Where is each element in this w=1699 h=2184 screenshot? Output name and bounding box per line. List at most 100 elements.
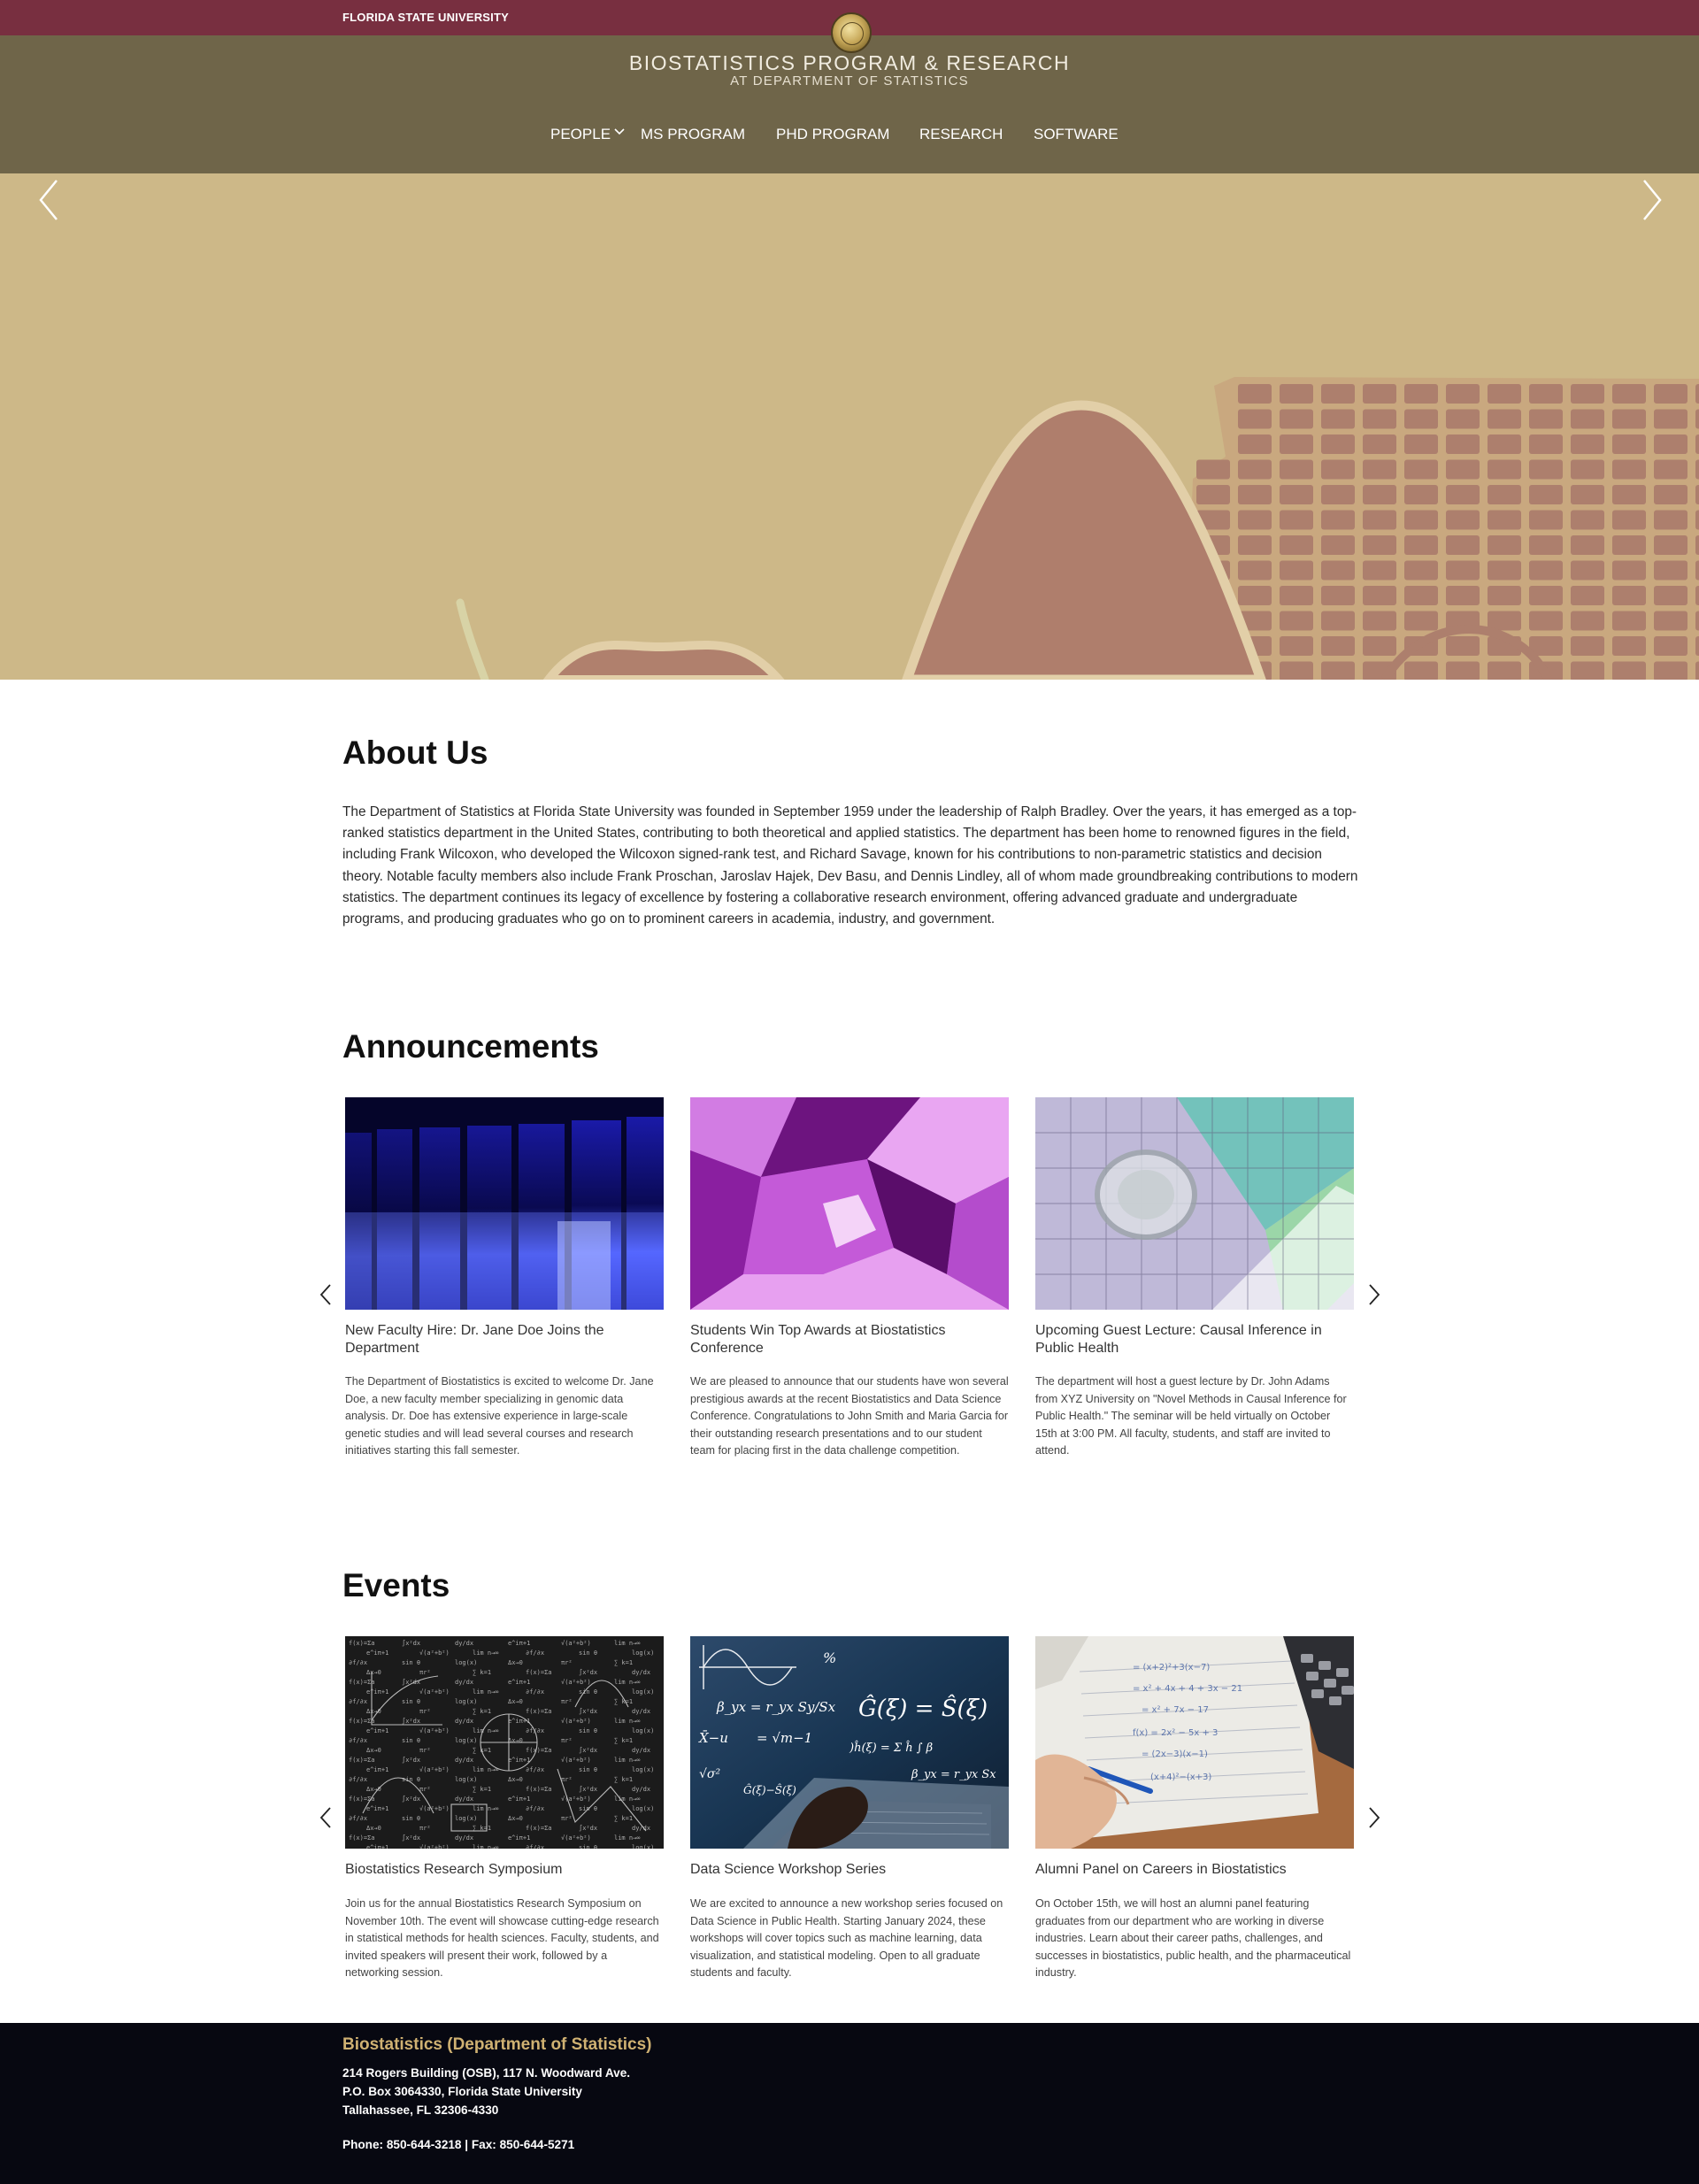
event-title[interactable]: Data Science Workshop Series [690,1861,1009,1879]
nav-item-people[interactable]: PEOPLE [550,126,611,143]
events-prev-icon[interactable] [317,1805,334,1830]
svg-text:lim n→∞: lim n→∞ [614,1718,641,1725]
svg-text:sin θ: sin θ [579,1805,597,1812]
svg-text:sin θ: sin θ [402,1737,420,1744]
svg-text:dy/dx: dy/dx [455,1834,473,1842]
chevron-down-icon[interactable] [613,127,626,136]
svg-text:β_yx = r_yx Sx: β_yx = r_yx Sx [911,1768,996,1781]
svg-text:%: % [823,1650,836,1666]
svg-text:lim n→∞: lim n→∞ [614,1834,641,1842]
svg-text:Δx→0: Δx→0 [366,1786,381,1793]
svg-text:∑ k=1: ∑ k=1 [473,1747,491,1754]
svg-text:e^iπ+1: e^iπ+1 [366,1727,388,1734]
svg-text:∑ k=1: ∑ k=1 [614,1698,633,1705]
nav-item-research[interactable]: RESEARCH [919,126,1003,143]
svg-text:Δx→0: Δx→0 [508,1659,523,1666]
events-heading: Events [342,1567,450,1603]
svg-text:∑ k=1: ∑ k=1 [614,1815,633,1822]
site-header: BIOSTATISTICS PROGRAM & RESEARCH AT DEPA… [0,35,1699,173]
announcement-title[interactable]: Students Win Top Awards at Biostatistics… [690,1322,1009,1357]
announcement-title[interactable]: Upcoming Guest Lecture: Causal Inference… [1035,1322,1354,1357]
svg-text:e^iπ+1: e^iπ+1 [508,1718,530,1725]
university-link[interactable]: FLORIDA STATE UNIVERSITY [342,11,509,24]
svg-text:= (x+2)²+3(x−7): = (x+2)²+3(x−7) [1133,1663,1210,1673]
svg-text:= x² + 4x + 4 + 3x − 21: = x² + 4x + 4 + 3x − 21 [1133,1684,1242,1694]
event-body: Join us for the annual Biostatistics Res… [345,1897,659,1980]
svg-text:Ĝ(ξ)−Ŝ(ξ): Ĝ(ξ)−Ŝ(ξ) [743,1782,796,1796]
svg-text:√(a²+b²): √(a²+b²) [419,1844,450,1849]
svg-text:Δx→0: Δx→0 [366,1708,381,1715]
svg-text:sin θ: sin θ [579,1727,597,1734]
svg-text:√(a²+b²): √(a²+b²) [561,1796,591,1803]
footer-phone: Phone: 850-644-3218 | Fax: 850-644-5271 [342,2138,575,2151]
svg-text:β_yx = r_yx Sy/Sx: β_yx = r_yx Sy/Sx [716,1699,836,1715]
announcement-image-uv-vials[interactable] [345,1097,664,1310]
svg-text:√(a²+b²): √(a²+b²) [419,1727,450,1734]
hero-prev-icon[interactable] [32,173,67,227]
announcement-image-periodic-table[interactable] [1035,1097,1354,1310]
svg-text:√(a²+b²): √(a²+b²) [561,1640,591,1647]
footer-address-line: Tallahassee, FL 32306-4330 [342,2103,499,2117]
svg-text:log(x): log(x) [632,1650,654,1657]
svg-text:f(x)=Σa: f(x)=Σa [349,1757,375,1764]
svg-text:sin θ: sin θ [402,1776,420,1783]
announcements-prev-icon[interactable] [317,1282,334,1307]
svg-text:lim n→∞: lim n→∞ [614,1679,641,1686]
svg-text:e^iπ+1: e^iπ+1 [366,1766,388,1773]
svg-text:∂f/∂x: ∂f/∂x [349,1776,367,1783]
svg-text:∫x²dx: ∫x²dx [579,1746,597,1754]
svg-text:sin θ: sin θ [579,1688,597,1696]
announcement-body: We are pleased to announce that our stud… [690,1375,1009,1457]
nav-item-software[interactable]: SOFTWARE [1034,126,1119,143]
svg-text:∑ k=1: ∑ k=1 [614,1659,633,1666]
svg-text:lim n→∞: lim n→∞ [473,1650,499,1657]
svg-text:X̄−u: X̄−u [698,1730,728,1746]
svg-text:e^iπ+1: e^iπ+1 [508,1640,530,1647]
site-title[interactable]: BIOSTATISTICS PROGRAM & RESEARCH [0,51,1699,75]
svg-text:dy/dx: dy/dx [455,1718,473,1725]
svg-text:sin θ: sin θ [579,1766,597,1773]
svg-text:e^iπ+1: e^iπ+1 [508,1796,530,1803]
event-image-notebook-calculator[interactable]: = (x+2)²+3(x−7) = x² + 4x + 4 + 3x − 21 … [1035,1636,1354,1849]
event-title[interactable]: Biostatistics Research Symposium [345,1861,664,1879]
svg-text:∫x²dx: ∫x²dx [579,1824,597,1832]
svg-text:e^iπ+1: e^iπ+1 [366,1650,388,1657]
footer-address-line: P.O. Box 3064330, Florida State Universi… [342,2085,582,2098]
svg-text:sin θ: sin θ [402,1815,420,1822]
svg-text:log(x): log(x) [632,1727,654,1734]
footer-title: Biostatistics (Department of Statistics) [342,2035,652,2054]
announcement-image-crystal[interactable] [690,1097,1009,1310]
svg-text:f(x)=Σa: f(x)=Σa [349,1796,375,1803]
announcements-next-icon[interactable] [1365,1282,1383,1307]
svg-text:dy/dx: dy/dx [455,1679,473,1686]
svg-text:πr²: πr² [419,1708,431,1715]
svg-text:dy/dx: dy/dx [632,1708,650,1715]
svg-text:√(a²+b²): √(a²+b²) [419,1805,450,1812]
svg-text:dy/dx: dy/dx [455,1640,473,1647]
nav-item-ms-program[interactable]: MS PROGRAM [641,126,745,143]
svg-text:f(x)=Σa: f(x)=Σa [526,1669,552,1676]
university-seal-icon[interactable] [831,12,872,53]
svg-text:f(x)=Σa: f(x)=Σa [349,1640,375,1647]
svg-text:f(x)=Σa: f(x)=Σa [349,1834,375,1842]
svg-text:f(x)=Σa: f(x)=Σa [526,1747,552,1754]
svg-text:= √m−1: = √m−1 [757,1730,812,1746]
svg-text:√(a²+b²): √(a²+b²) [561,1718,591,1725]
event-image-laptop-formulas[interactable]: % β_yx = r_yx Sy/Sx X̄−u = √m−1 Ĝ(ξ) = Ŝ… [690,1636,1009,1849]
hero-next-icon[interactable] [1634,173,1669,227]
svg-text:πr²: πr² [561,1659,573,1666]
svg-text:f(x) = 2x² − 5x + 3: f(x) = 2x² − 5x + 3 [1133,1728,1218,1738]
svg-text:πr²: πr² [561,1815,573,1822]
svg-text:√(a²+b²): √(a²+b²) [561,1757,591,1764]
event-title[interactable]: Alumni Panel on Careers in Biostatistics [1035,1861,1354,1879]
footer-address-line: 214 Rogers Building (OSB), 117 N. Woodwa… [342,2066,631,2080]
nav-item-phd-program[interactable]: PHD PROGRAM [776,126,889,143]
svg-text:πr²: πr² [419,1786,431,1793]
svg-text:∑ k=1: ∑ k=1 [473,1825,491,1832]
svg-text:lim n→∞: lim n→∞ [614,1796,641,1803]
svg-text:Δx→0: Δx→0 [508,1737,523,1744]
events-next-icon[interactable] [1365,1805,1383,1830]
svg-text:πr²: πr² [419,1747,431,1754]
announcement-title[interactable]: New Faculty Hire: Dr. Jane Doe Joins the… [345,1322,664,1357]
event-image-chalkboard[interactable]: f(x)=Σa ∫x²dx dy/dx e^iπ+1 √(a²+b²) lim n→∞ e^… [345,1636,664,1849]
